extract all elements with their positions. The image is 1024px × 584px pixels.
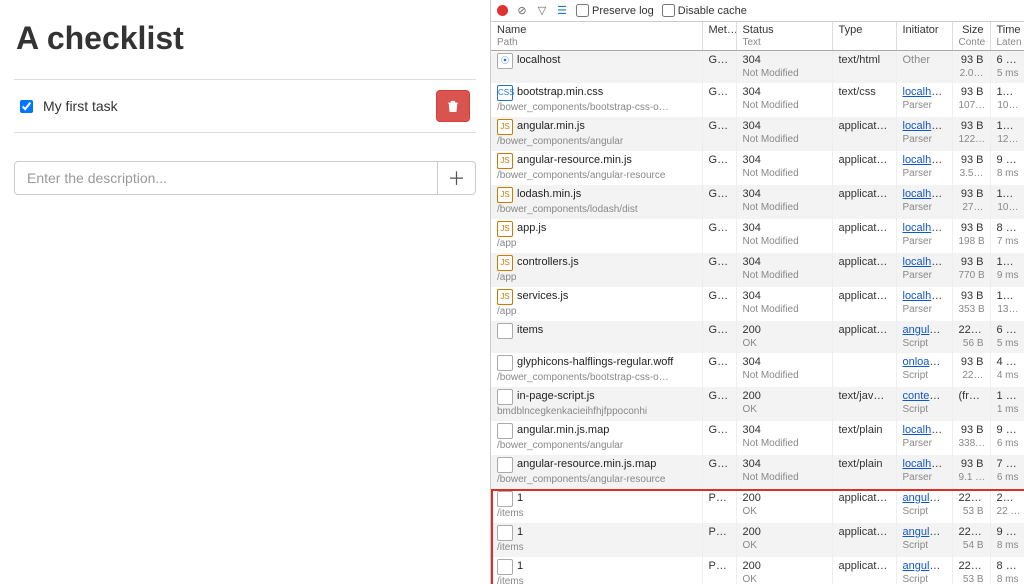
network-row[interactable]: 1/itemsPUT200OKapplication…angular.…Scri… <box>491 489 1024 523</box>
file-icon <box>497 559 513 575</box>
trash-icon <box>447 99 459 113</box>
delete-task-button[interactable] <box>436 90 470 122</box>
add-task-button[interactable]: ＋ <box>438 161 476 195</box>
network-row[interactable]: 1/itemsPUT200OKapplication…angular.…Scri… <box>491 523 1024 557</box>
file-icon <box>497 323 513 339</box>
file-icon <box>497 355 513 371</box>
preserve-log-checkbox[interactable] <box>576 4 589 17</box>
file-icon <box>497 457 513 473</box>
file-icon <box>497 525 513 541</box>
col-name[interactable]: NamePath <box>491 22 702 51</box>
devtools-network-panel: ⊘ ▽ ☰ Preserve log Disable cache NamePat… <box>490 0 1024 584</box>
new-task-input[interactable] <box>14 161 438 195</box>
file-icon <box>497 423 513 439</box>
checklist-app: A checklist My first task ＋ <box>0 0 490 584</box>
preserve-log-label: Preserve log <box>592 5 654 17</box>
col-size[interactable]: SizeConte <box>952 22 990 51</box>
file-icon <box>497 491 513 507</box>
network-row[interactable]: JSangular.min.js/bower_components/angula… <box>491 117 1024 151</box>
task-row: My first task <box>14 79 476 133</box>
view-icon[interactable]: ☰ <box>556 5 568 17</box>
network-row[interactable]: 1/itemsPUT200OKapplication…angular.…Scri… <box>491 557 1024 584</box>
network-row[interactable]: JSangular-resource.min.js/bower_componen… <box>491 151 1024 185</box>
col-initiator[interactable]: Initiator <box>896 22 952 51</box>
clear-icon[interactable]: ⊘ <box>516 5 528 17</box>
file-icon: JS <box>497 119 513 135</box>
network-row[interactable]: JScontrollers.js/appGET304Not Modifiedap… <box>491 253 1024 287</box>
disable-cache-label: Disable cache <box>678 5 747 17</box>
file-icon: ⦿ <box>497 53 513 69</box>
file-icon: JS <box>497 187 513 203</box>
file-icon: JS <box>497 153 513 169</box>
col-type[interactable]: Type <box>832 22 896 51</box>
network-table-wrap: NamePath Met… StatusText Type Initiator … <box>491 22 1024 584</box>
file-icon: JS <box>497 289 513 305</box>
devtools-toolbar: ⊘ ▽ ☰ Preserve log Disable cache <box>491 0 1024 22</box>
file-icon: JS <box>497 221 513 237</box>
network-row[interactable]: angular.min.js.map/bower_components/angu… <box>491 421 1024 455</box>
network-row[interactable]: itemsGET200OKapplication…angular.…Script… <box>491 321 1024 353</box>
record-icon[interactable] <box>497 5 508 16</box>
network-row[interactable]: glyphicons-halflings-regular.woff/bower_… <box>491 353 1024 387</box>
filter-icon[interactable]: ▽ <box>536 5 548 17</box>
task-label: My first task <box>43 98 436 114</box>
add-task-row: ＋ <box>14 161 476 195</box>
page-title: A checklist <box>16 20 476 57</box>
network-row[interactable]: JSservices.js/appGET304Not Modifiedappli… <box>491 287 1024 321</box>
network-row[interactable]: ⦿localhostGET304Not Modifiedtext/htmlOth… <box>491 51 1024 84</box>
network-row[interactable]: JSapp.js/appGET304Not Modifiedapplicatio… <box>491 219 1024 253</box>
network-row[interactable]: CSSbootstrap.min.css/bower_components/bo… <box>491 83 1024 117</box>
network-header-row: NamePath Met… StatusText Type Initiator … <box>491 22 1024 51</box>
network-row[interactable]: JSlodash.min.js/bower_components/lodash/… <box>491 185 1024 219</box>
disable-cache-toggle[interactable]: Disable cache <box>662 4 747 17</box>
col-time[interactable]: TimeLaten <box>990 22 1024 51</box>
col-method[interactable]: Met… <box>702 22 736 51</box>
file-icon: CSS <box>497 85 513 101</box>
network-row[interactable]: in-page-script.jsbmdblncegkenkacieihfhjf… <box>491 387 1024 421</box>
preserve-log-toggle[interactable]: Preserve log <box>576 4 654 17</box>
file-icon <box>497 389 513 405</box>
task-checkbox[interactable] <box>20 100 33 113</box>
disable-cache-checkbox[interactable] <box>662 4 675 17</box>
plus-icon: ＋ <box>448 165 466 191</box>
network-table: NamePath Met… StatusText Type Initiator … <box>491 22 1024 584</box>
network-row[interactable]: angular-resource.min.js.map/bower_compon… <box>491 455 1024 489</box>
col-status[interactable]: StatusText <box>736 22 832 51</box>
file-icon: JS <box>497 255 513 271</box>
